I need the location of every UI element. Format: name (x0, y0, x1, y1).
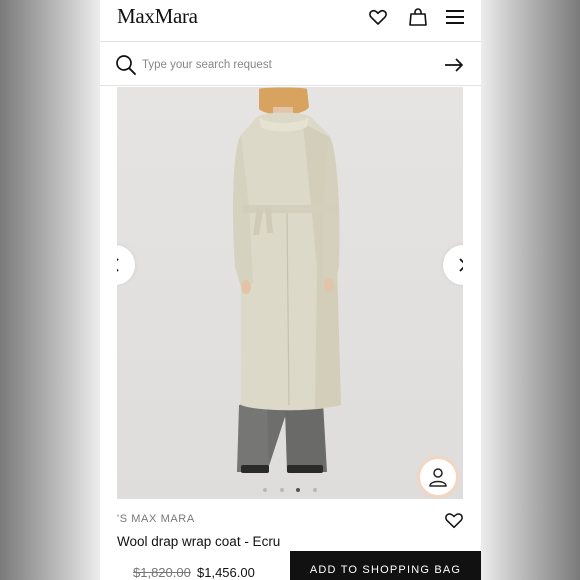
search-icon[interactable] (114, 53, 138, 77)
menu-icon[interactable] (443, 5, 467, 29)
product-brand[interactable]: 'S MAX MARA (117, 513, 195, 525)
heart-icon[interactable] (366, 5, 390, 29)
add-to-bag-button[interactable]: ADD TO SHOPPING BAG (290, 551, 481, 580)
gallery-dot-active[interactable] (296, 488, 301, 492)
gallery-pagination (117, 488, 463, 494)
chevron-left-icon (117, 258, 119, 272)
original-price: $1,820.00 (133, 565, 191, 580)
gallery-dot[interactable] (263, 488, 268, 492)
product-image-gallery[interactable] (117, 87, 463, 499)
heart-icon[interactable] (443, 509, 465, 531)
person-icon (429, 468, 447, 487)
shopping-bag-icon[interactable] (406, 5, 430, 29)
sale-price: $1,456.00 (197, 565, 255, 580)
search-bar (100, 43, 481, 86)
arrow-right-icon[interactable] (442, 53, 466, 77)
gallery-prev-button[interactable] (117, 245, 135, 285)
search-input[interactable] (142, 55, 432, 75)
product-name: Wool drap wrap coat - Ecru (117, 534, 281, 549)
brand-logo[interactable]: MaxMara (117, 4, 198, 29)
gallery-next-button[interactable] (443, 245, 463, 285)
product-image (233, 87, 341, 473)
gallery-dot[interactable] (312, 488, 317, 492)
site-header: MaxMara (100, 0, 481, 42)
virtual-try-on-button[interactable] (417, 456, 459, 498)
product-page: MaxMara Type your search request 'S MAX … (100, 0, 481, 580)
chevron-right-icon (459, 258, 463, 272)
gallery-dot[interactable] (279, 488, 284, 492)
